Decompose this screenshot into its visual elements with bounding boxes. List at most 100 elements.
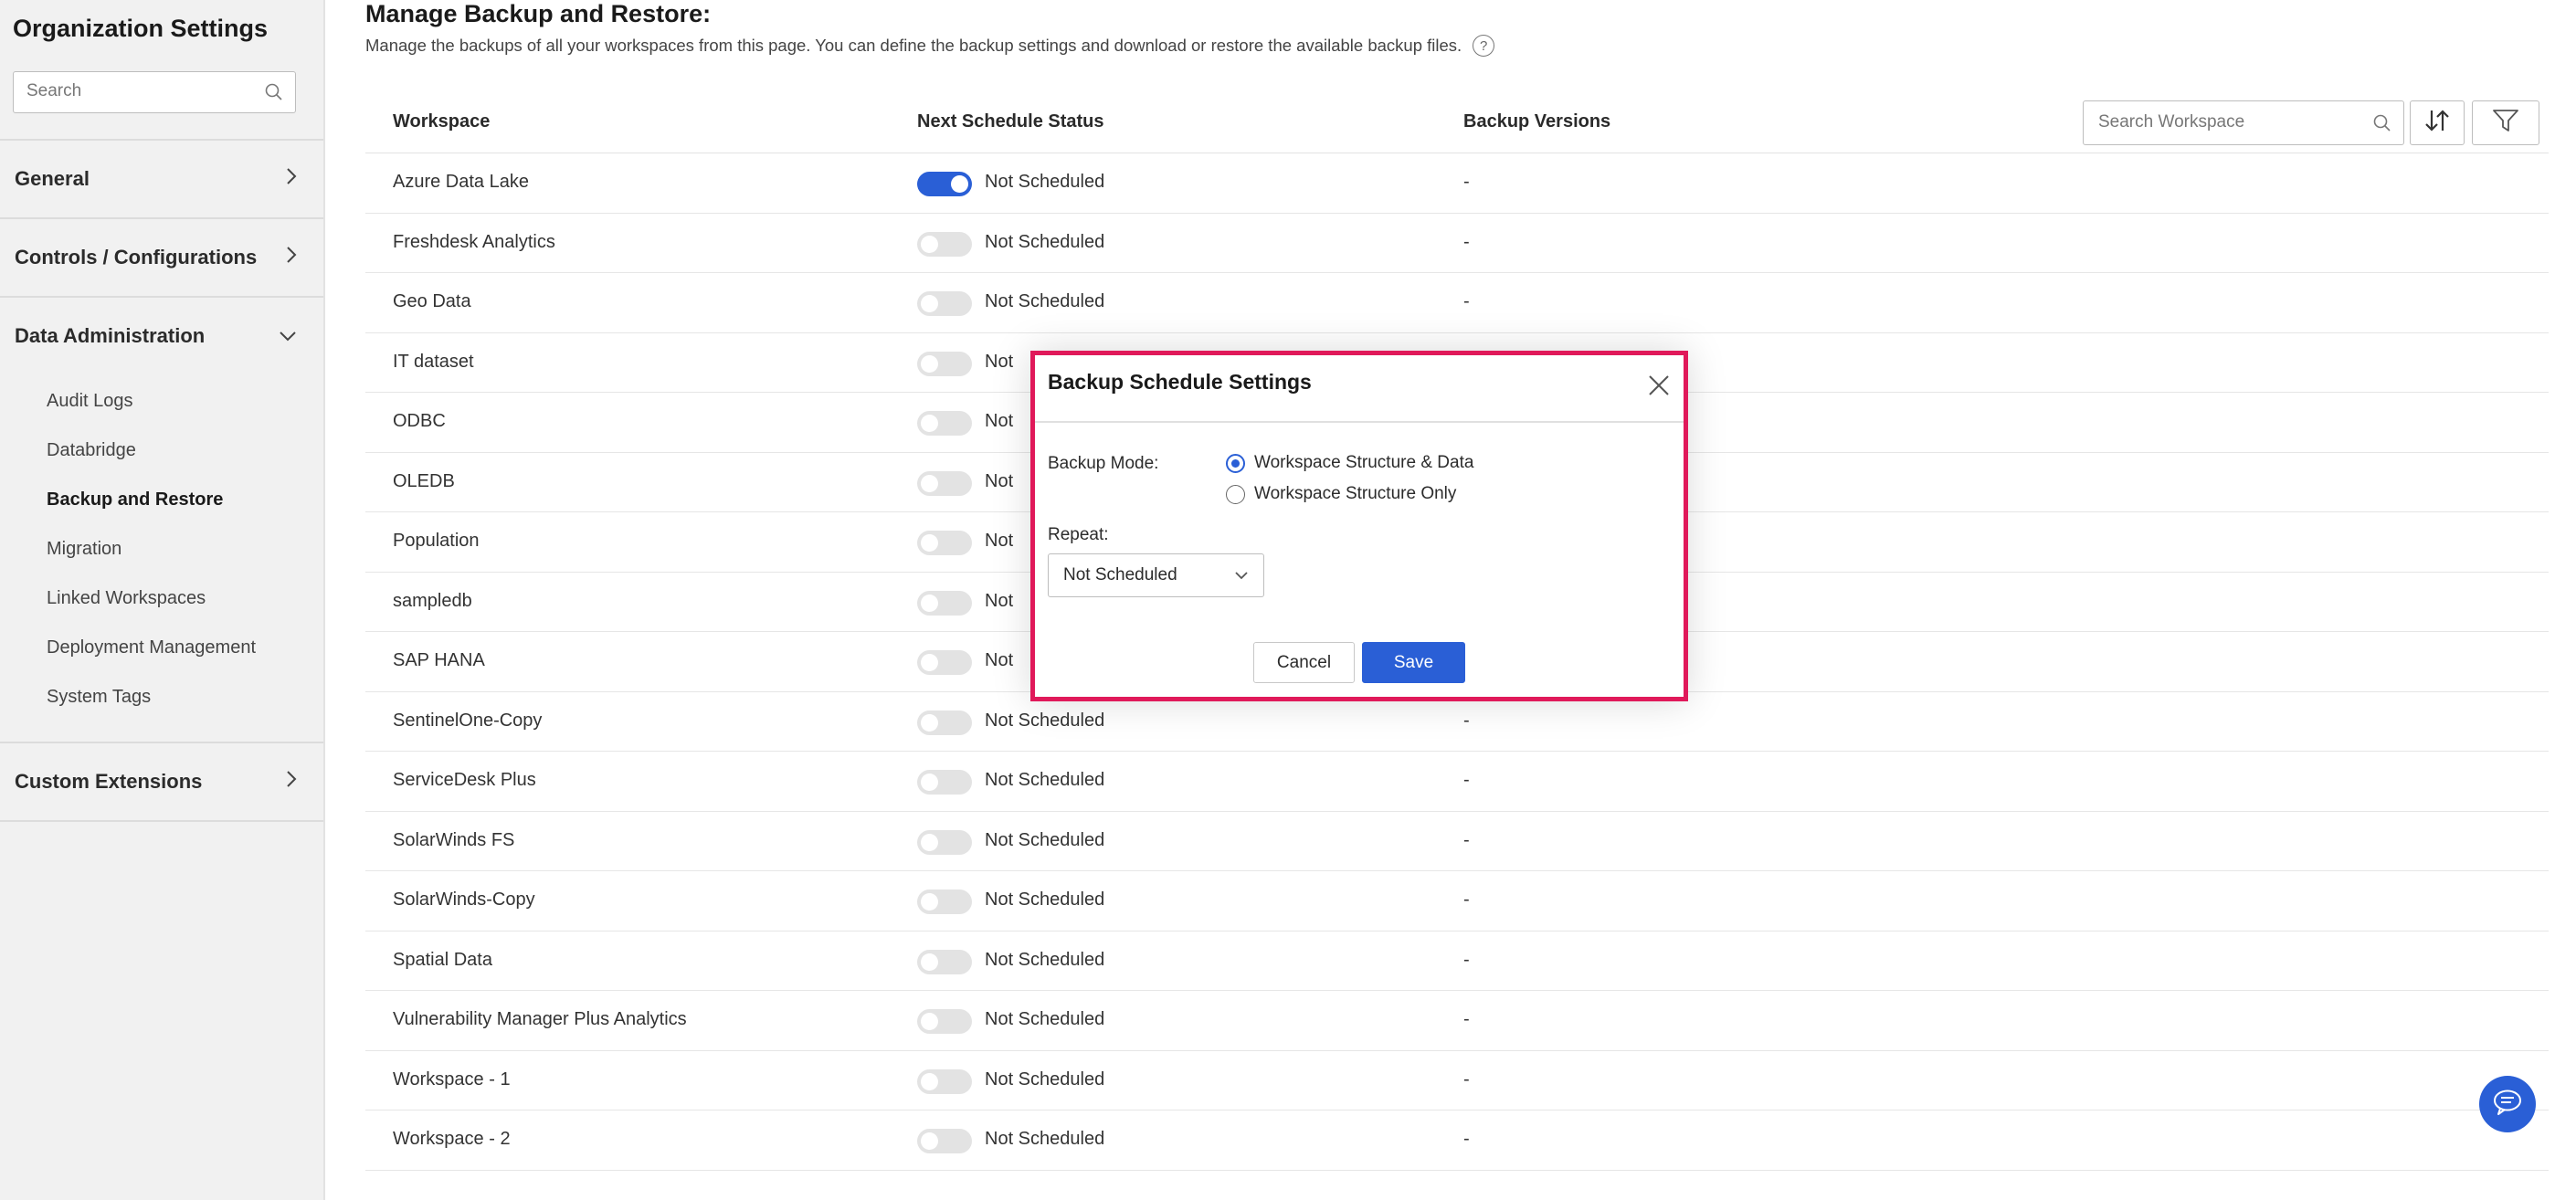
radio-checked[interactable] xyxy=(1226,453,1245,473)
radio-label: Workspace Structure Only xyxy=(1254,484,1457,503)
table-row[interactable]: Workspace - 2 Not Scheduled - xyxy=(365,1111,2549,1171)
workspace-name[interactable]: ODBC xyxy=(393,411,446,432)
table-row[interactable]: Vulnerability Manager Plus Analytics Not … xyxy=(365,991,2549,1051)
close-icon[interactable] xyxy=(1647,374,1671,402)
schedule-status: Not Scheduled xyxy=(985,710,1105,731)
save-button[interactable]: Save xyxy=(1362,642,1465,683)
workspace-name[interactable]: SentinelOne-Copy xyxy=(393,711,542,732)
radio-structure-only[interactable]: Workspace Structure Only xyxy=(1226,484,1456,504)
sort-icon xyxy=(2423,108,2451,138)
dialog-title: Backup Schedule Settings xyxy=(1048,370,1312,394)
schedule-toggle[interactable] xyxy=(917,291,972,316)
sidebar-item-deployment-management[interactable]: Deployment Management xyxy=(47,637,256,658)
workspace-name[interactable]: SolarWinds FS xyxy=(393,830,514,851)
sidebar-search-input[interactable] xyxy=(14,72,242,111)
column-header-next-schedule-status[interactable]: Next Schedule Status xyxy=(917,111,1104,132)
sidebar-section-label: General xyxy=(15,167,90,190)
workspace-name[interactable]: Workspace - 1 xyxy=(393,1069,511,1090)
cancel-button[interactable]: Cancel xyxy=(1253,642,1355,683)
sidebar-item-databridge[interactable]: Databridge xyxy=(47,440,136,461)
sidebar-section-label: Data Administration xyxy=(15,324,206,347)
schedule-toggle[interactable] xyxy=(917,470,972,496)
schedule-status: Not xyxy=(985,470,1014,491)
sidebar-section-general[interactable]: General xyxy=(0,141,323,217)
schedule-status: Not Scheduled xyxy=(985,1129,1105,1149)
backup-versions: - xyxy=(1463,291,1470,311)
table-row[interactable]: SolarWinds-Copy Not Scheduled - xyxy=(365,871,2549,932)
schedule-toggle[interactable] xyxy=(917,889,972,914)
chevron-right-icon xyxy=(285,245,298,270)
schedule-toggle[interactable] xyxy=(917,172,972,196)
help-icon[interactable]: ? xyxy=(1473,35,1495,57)
schedule-status: Not Scheduled xyxy=(985,172,1105,192)
workspace-name[interactable]: sampledb xyxy=(393,591,472,612)
sidebar-item-linked-workspaces[interactable]: Linked Workspaces xyxy=(47,588,206,609)
workspace-name[interactable]: Azure Data Lake xyxy=(393,172,529,193)
schedule-toggle[interactable] xyxy=(917,710,972,735)
backup-schedule-dialog: Backup Schedule Settings Backup Mode: Wo… xyxy=(1030,351,1688,701)
search-icon[interactable] xyxy=(264,82,284,107)
schedule-toggle[interactable] xyxy=(917,949,972,974)
schedule-toggle[interactable] xyxy=(917,231,972,257)
sidebar-section-label: Controls / Configurations xyxy=(15,246,258,268)
column-header-workspace[interactable]: Workspace xyxy=(393,111,490,132)
sort-button[interactable] xyxy=(2410,100,2465,145)
search-icon[interactable] xyxy=(2372,113,2392,138)
sidebar-item-backup-and-restore[interactable]: Backup and Restore xyxy=(47,489,223,511)
table-row[interactable]: Spatial Data Not Scheduled - xyxy=(365,932,2549,991)
schedule-toggle[interactable] xyxy=(917,1129,972,1153)
schedule-status: Not Scheduled xyxy=(985,231,1105,252)
backup-mode-label: Backup Mode: xyxy=(1048,454,1159,473)
workspace-name[interactable]: Spatial Data xyxy=(393,950,492,971)
table-row[interactable]: Workspace - 1 Not Scheduled - xyxy=(365,1051,2549,1111)
sidebar-section-controls[interactable]: Controls / Configurations xyxy=(0,219,323,296)
table-row[interactable]: Geo Data Not Scheduled - xyxy=(365,273,2549,333)
chevron-right-icon xyxy=(285,769,298,795)
schedule-status: Not xyxy=(985,411,1014,431)
workspace-name[interactable]: SolarWinds-Copy xyxy=(393,889,535,911)
radio-structure-and-data[interactable]: Workspace Structure & Data xyxy=(1226,453,1473,473)
schedule-toggle[interactable] xyxy=(917,411,972,436)
sidebar-section-custom-extensions[interactable]: Custom Extensions xyxy=(0,743,323,820)
repeat-select-value: Not Scheduled xyxy=(1063,565,1177,584)
backup-versions: - xyxy=(1463,172,1470,192)
workspace-name[interactable]: IT dataset xyxy=(393,352,474,373)
sidebar-section-data-administration[interactable]: Data Administration xyxy=(0,298,323,374)
workspace-name[interactable]: ServiceDesk Plus xyxy=(393,770,536,791)
workspace-name[interactable]: OLEDB xyxy=(393,471,455,492)
workspace-name[interactable]: SAP HANA xyxy=(393,650,485,671)
workspace-name[interactable]: Freshdesk Analytics xyxy=(393,232,555,253)
chat-button[interactable] xyxy=(2479,1076,2536,1132)
schedule-status: Not xyxy=(985,590,1014,611)
backup-versions: - xyxy=(1463,710,1470,731)
workspace-name[interactable]: Vulnerability Manager Plus Analytics xyxy=(393,1009,687,1030)
table-row[interactable]: SolarWinds FS Not Scheduled - xyxy=(365,812,2549,871)
schedule-status: Not Scheduled xyxy=(985,949,1105,970)
schedule-toggle[interactable] xyxy=(917,650,972,675)
table-row[interactable]: Azure Data Lake Not Scheduled - xyxy=(365,153,2549,214)
schedule-toggle[interactable] xyxy=(917,770,972,795)
filter-button[interactable] xyxy=(2472,100,2539,145)
schedule-toggle[interactable] xyxy=(917,829,972,855)
column-header-backup-versions[interactable]: Backup Versions xyxy=(1463,111,1610,132)
schedule-status: Not Scheduled xyxy=(985,829,1105,850)
schedule-toggle[interactable] xyxy=(917,351,972,376)
workspace-name[interactable]: Geo Data xyxy=(393,291,471,312)
table-row[interactable]: Freshdesk Analytics Not Scheduled - xyxy=(365,214,2549,273)
schedule-toggle[interactable] xyxy=(917,1009,972,1034)
schedule-toggle[interactable] xyxy=(917,1068,972,1094)
dialog-header-divider xyxy=(1035,421,1684,423)
repeat-select[interactable]: Not Scheduled xyxy=(1048,553,1264,597)
sidebar-item-system-tags[interactable]: System Tags xyxy=(47,687,151,708)
workspace-name[interactable]: Population xyxy=(393,531,480,552)
sidebar-item-migration[interactable]: Migration xyxy=(47,539,121,560)
workspace-name[interactable]: Workspace - 2 xyxy=(393,1129,511,1150)
page-description-text: Manage the backups of all your workspace… xyxy=(365,36,1462,55)
radio-unchecked[interactable] xyxy=(1226,484,1245,504)
schedule-toggle[interactable] xyxy=(917,590,972,616)
table-row[interactable]: ServiceDesk Plus Not Scheduled - xyxy=(365,752,2549,812)
page-description: Manage the backups of all your workspace… xyxy=(365,35,1495,57)
schedule-toggle[interactable] xyxy=(917,531,972,555)
sidebar-item-audit-logs[interactable]: Audit Logs xyxy=(47,391,133,412)
workspace-search-input[interactable] xyxy=(2084,101,2358,142)
